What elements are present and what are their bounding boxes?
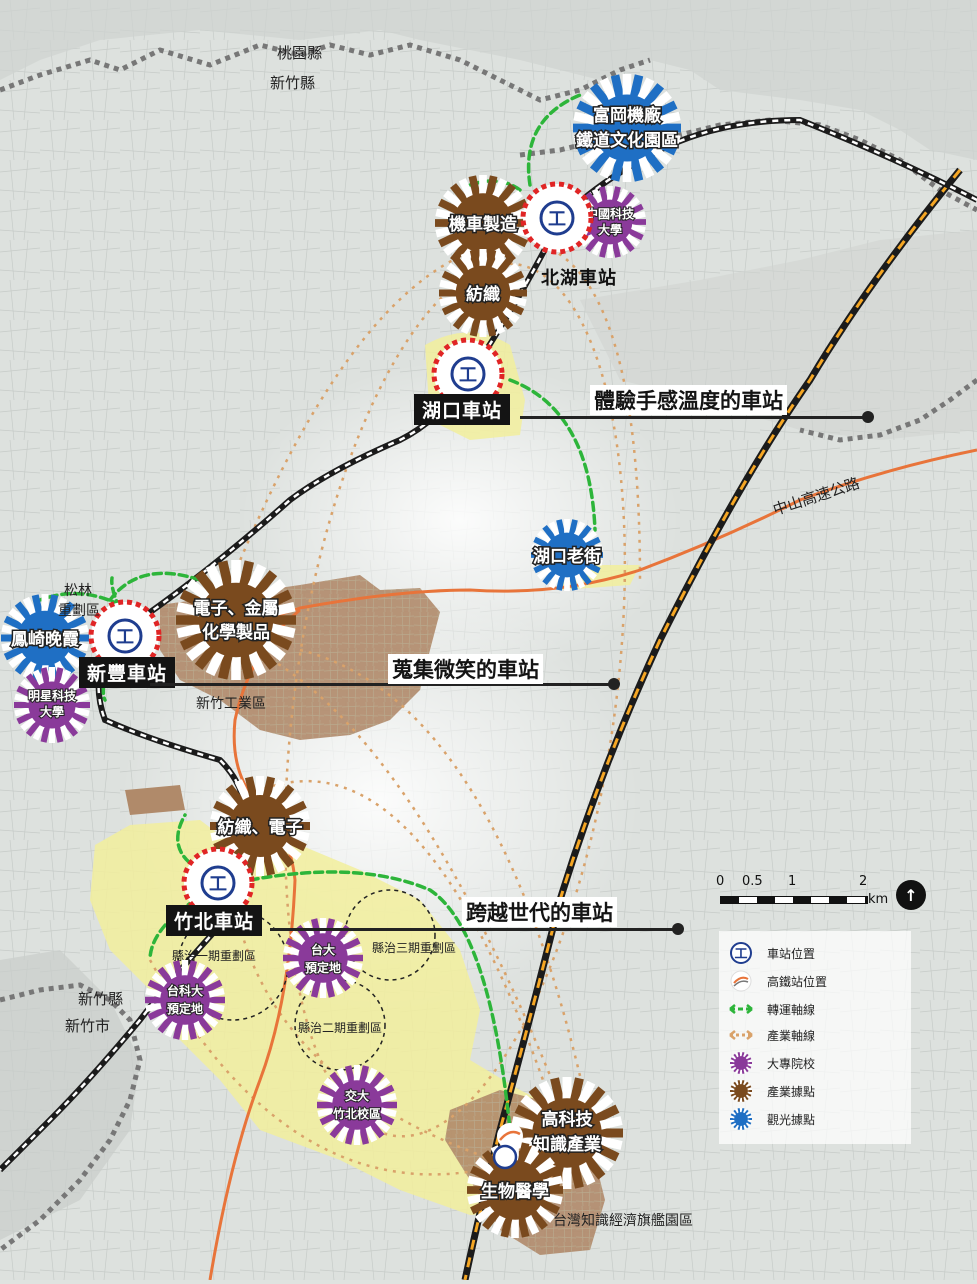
university-label-mingshin-2: 大學: [40, 704, 64, 719]
legend-burst-graphic: [730, 1080, 752, 1102]
university-label-ntust-1: 台科大: [167, 983, 203, 998]
tourism-label-hukou-old-street: 湖口老街: [533, 546, 601, 567]
legend: 工 車站位置 高鐵站位置 轉運軸線 產業軸線 大專院校 產業據點 觀光據點: [719, 931, 911, 1144]
transfer-axis-icon: [727, 997, 755, 1021]
station-zhubei: 竹北車站: [166, 905, 263, 936]
legend-burst-graphic: [730, 1052, 752, 1074]
legend-row-tourism: 觀光據點: [727, 1107, 815, 1131]
city-hsinchu: 新竹市: [65, 1017, 111, 1035]
legend-label: 觀光據點: [767, 1112, 816, 1127]
industry-label-motorcycle: 機車製造: [449, 214, 518, 235]
north-arrow-icon: ↑: [896, 880, 926, 910]
legend-label: 車站位置: [767, 946, 816, 961]
station-hukou: 湖口車站: [414, 394, 511, 425]
scale-bar: 0 0.5 1 2 km: [716, 874, 888, 914]
hsr-station-icon: [727, 969, 755, 993]
county-hsinchu-top: 新竹縣: [270, 74, 316, 92]
songlin-label-1: 松林: [64, 583, 92, 599]
legend-label: 轉運軸線: [767, 1002, 816, 1017]
county-hsinchu-bottom: 新竹縣: [78, 990, 124, 1008]
svg-text:工: 工: [116, 627, 134, 648]
tourism-label-fengqi: 鳳崎晚霞: [11, 629, 80, 650]
svg-text:工: 工: [209, 874, 227, 895]
phase2-label: 縣治二期重劃區: [298, 1020, 382, 1035]
flagship-label: 台灣知識經濟旗艦園區: [553, 1213, 693, 1229]
hsr-station-marker: [497, 1123, 523, 1149]
county-taoyuan: 桃園縣: [277, 44, 323, 62]
industry-label-electronics-1: 電子、金屬: [194, 598, 279, 619]
scale-tick-05: 0.5: [742, 874, 763, 889]
slogan-hukou: 體驗手感溫度的車站: [590, 385, 787, 415]
industry-axis-icon: [727, 1023, 755, 1047]
hukou-slogan-dot: [862, 411, 874, 423]
industry-label-textile-electronics: 紡織、電子: [218, 817, 303, 838]
station-beihu: 北湖車站: [541, 268, 617, 289]
legend-row-industry-hub: 產業據點: [727, 1079, 815, 1103]
legend-row-hsr: 高鐵站位置: [727, 969, 827, 993]
legend-label: 產業軸線: [767, 1028, 816, 1043]
hukou-slogan-line: [520, 416, 870, 419]
zhubei-slogan-dot: [672, 923, 684, 935]
tra-station-icon: 工: [727, 941, 755, 965]
tourism-hub-icon: [727, 1107, 755, 1131]
legend-row-industry-axis: 產業軸線: [727, 1023, 815, 1047]
svg-text:工: 工: [548, 209, 566, 230]
scale-tick-0: 0: [716, 874, 725, 889]
songlin-label-2: 重劃區: [58, 603, 100, 619]
slogan-zhubei: 跨越世代的車站: [462, 897, 617, 927]
industry-label-textile: 紡織: [466, 284, 500, 305]
university-label-nctu-1: 交大: [345, 1088, 369, 1103]
legend-label: 高鐵站位置: [767, 974, 828, 989]
xinfeng-slogan-line: [150, 683, 615, 686]
scale-bar-graphic: [720, 896, 868, 904]
station-marker-beihu: 工: [520, 181, 594, 255]
legend-burst-graphic: [730, 1108, 752, 1130]
legend-label: 大專院校: [767, 1056, 816, 1071]
hsr-adjacent-tra-icon: [492, 1144, 518, 1170]
scale-tick-1: 1: [788, 874, 797, 889]
legend-row-tra: 工 車站位置: [727, 941, 815, 965]
legend-row-transfer: 轉運軸線: [727, 997, 815, 1021]
industry-label-biomed: 生物醫學: [481, 1181, 549, 1202]
slogan-xinfeng: 蒐集微笑的車站: [388, 654, 543, 684]
university-icon: [727, 1051, 755, 1075]
industry-label-electronics-2: 化學製品: [202, 622, 270, 643]
tourism-label-fugang-2: 鐵道文化園區: [576, 130, 678, 151]
university-label-ntu-1: 台大: [311, 942, 335, 957]
hsinchu-industrial-label: 新竹工業區: [196, 696, 266, 712]
university-label-cust-2: 大學: [598, 222, 622, 237]
tourism-label-fugang-1: 富岡機廠: [593, 105, 662, 126]
phase3-label: 縣治三期重劃區: [372, 940, 456, 955]
university-label-mingshin-1: 明星科技: [28, 688, 77, 703]
legend-label: 產業據點: [767, 1084, 816, 1099]
scale-tick-2: 2: [859, 874, 868, 889]
university-label-nctu-2: 竹北校區: [332, 1106, 381, 1121]
xinfeng-slogan-dot: [608, 678, 620, 690]
industry-hub-icon: [727, 1079, 755, 1103]
zhubei-slogan-line: [270, 928, 680, 931]
university-label-ntust-2: 預定地: [167, 1001, 203, 1016]
legend-row-university: 大專院校: [727, 1051, 815, 1075]
svg-text:工: 工: [734, 947, 747, 962]
svg-text:工: 工: [459, 365, 477, 386]
scale-unit: km: [868, 892, 889, 907]
university-label-ntu-2: 預定地: [305, 960, 341, 975]
industry-label-hightech-1: 高科技: [542, 1109, 594, 1130]
